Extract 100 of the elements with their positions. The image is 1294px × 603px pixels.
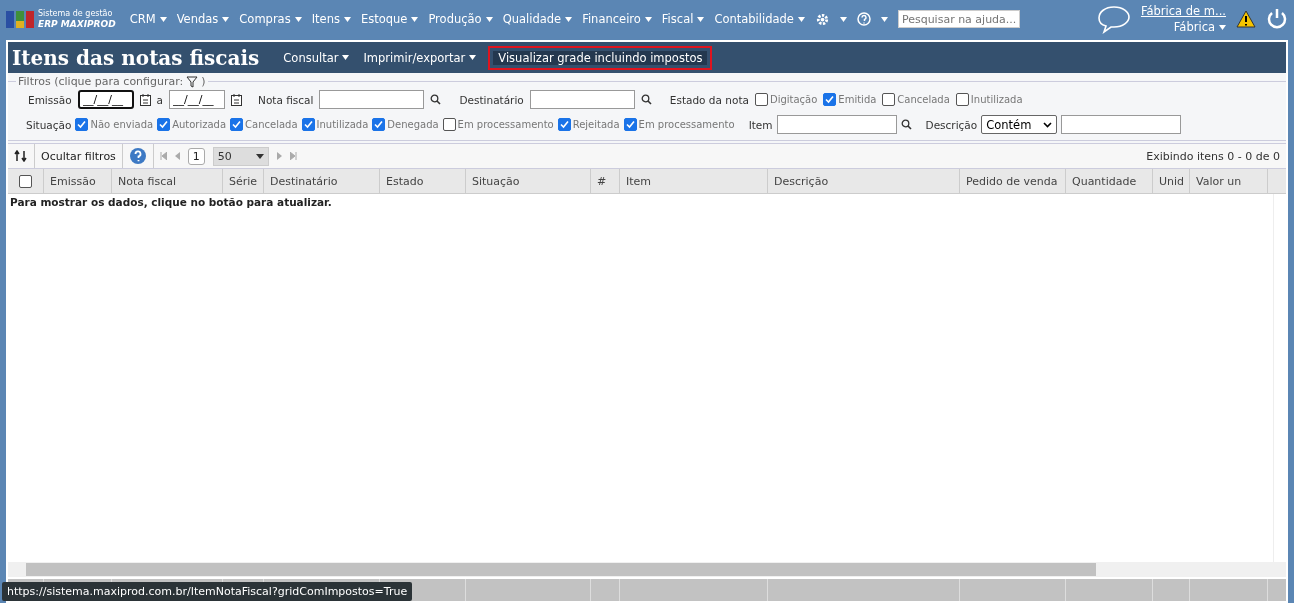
status-url: https://sistema.maxiprod.com.br/ItemNotaFiscal?gridComImpostos=True	[2, 582, 413, 601]
caret-icon	[880, 16, 888, 22]
field-label: Descrição	[925, 118, 978, 131]
checkbox[interactable]	[230, 118, 244, 131]
calendar-icon[interactable]	[231, 93, 243, 106]
checkbox[interactable]	[882, 93, 896, 106]
caret-icon	[159, 16, 167, 22]
text-field[interactable]	[319, 90, 425, 109]
page-size-select[interactable]: 50	[212, 146, 269, 166]
checkbox[interactable]	[372, 118, 386, 131]
checkbox-label: Inutilizada	[970, 94, 1023, 105]
text-field[interactable]	[1061, 115, 1182, 134]
column-header[interactable]: Pedido de venda	[960, 169, 1066, 193]
items-summary: Exibindo itens 0 - 0 de 0	[1146, 149, 1280, 163]
nav-menu[interactable]: Financeiro	[582, 12, 652, 26]
chevron-down-icon	[1043, 121, 1053, 128]
nav-menu[interactable]: CRM	[129, 12, 167, 26]
column-header[interactable]: #	[591, 169, 620, 193]
search-icon[interactable]	[430, 94, 442, 105]
logo-name: ERP MAXIPROD	[38, 19, 116, 29]
checkbox[interactable]	[623, 118, 637, 131]
search-icon[interactable]	[900, 119, 912, 130]
nav-menu[interactable]: Qualidade	[502, 12, 573, 26]
filter-icon[interactable]	[186, 75, 199, 88]
field-label: Destinatário	[459, 93, 524, 106]
checkbox-label: Digitação	[769, 94, 818, 105]
nav-menu[interactable]: Compras	[239, 12, 302, 26]
checkbox-label: Cancelada	[245, 119, 298, 130]
calendar-icon[interactable]	[139, 93, 151, 106]
column-header[interactable]: Unid	[1153, 169, 1190, 193]
gear-icon[interactable]	[814, 11, 830, 27]
nav-menu[interactable]: Itens	[311, 12, 351, 26]
field-label: Situação	[26, 118, 72, 131]
help-icon	[128, 147, 147, 165]
column-header[interactable]: Emissão	[44, 169, 112, 193]
empty-message: Para mostrar os dados, clique no botão para atualizar.	[10, 196, 332, 208]
company-link[interactable]: Fábrica de m...	[1140, 4, 1226, 18]
checkbox-label: Não enviada	[90, 119, 154, 130]
help-search-field[interactable]: Pesquisar na ajuda...	[897, 10, 1020, 28]
column-header[interactable]: Descrição	[768, 169, 960, 193]
caret-icon	[411, 16, 419, 22]
operator-select[interactable]: Contém	[981, 115, 1058, 134]
field-label: Item	[748, 118, 773, 131]
help-icon[interactable]	[856, 12, 871, 26]
field-label: Nota fiscal	[258, 93, 314, 106]
scrollbar-thumb[interactable]	[26, 563, 1096, 576]
field-label: Emissão	[28, 93, 72, 106]
unit-menu[interactable]: Fábrica	[1173, 20, 1226, 34]
column-header[interactable]: Item	[620, 169, 768, 193]
chat-icon[interactable]	[1096, 4, 1131, 34]
text-field[interactable]	[529, 90, 635, 109]
checkbox[interactable]	[823, 93, 837, 106]
column-header[interactable]: Série	[223, 169, 264, 193]
caret-icon	[343, 16, 351, 22]
checkbox[interactable]	[557, 118, 571, 131]
warning-icon[interactable]	[1236, 10, 1256, 28]
nav-menu[interactable]: Contabilidade	[714, 12, 805, 26]
nav-menu[interactable]: Produção	[428, 12, 493, 26]
column-header[interactable]: Destinatário	[264, 169, 380, 193]
column-header[interactable]: Nota fiscal	[112, 169, 223, 193]
refresh-icon	[14, 150, 28, 162]
filters-legend[interactable]: Filtros (clique para configurar:	[18, 75, 184, 88]
search-icon[interactable]	[640, 94, 652, 105]
column-header[interactable]: Situação	[466, 169, 591, 193]
checkbox-label: Denegada	[387, 119, 439, 130]
page-title: Itens das notas fiscais	[12, 45, 260, 70]
column-header[interactable]: Valor un	[1190, 169, 1268, 193]
date-field[interactable]: __/__/__	[77, 90, 134, 109]
checkbox[interactable]	[75, 118, 89, 131]
nav-menu[interactable]: Vendas	[176, 12, 230, 26]
date-field[interactable]: __/__/__	[169, 90, 226, 109]
text-field[interactable]	[776, 115, 897, 134]
action-button[interactable]: Consultar	[281, 45, 352, 70]
action-button[interactable]: Imprimir/exportar	[361, 45, 479, 70]
column-header[interactable]: Estado	[380, 169, 466, 193]
checkbox-label: Emitida	[838, 94, 877, 105]
logo-subtitle: Sistema de gestão	[38, 9, 114, 19]
checkbox[interactable]	[754, 93, 768, 106]
caret-icon	[485, 16, 493, 22]
caret-icon	[222, 16, 230, 22]
nav-menu[interactable]: Fiscal	[661, 12, 705, 26]
caret-icon	[255, 153, 264, 159]
column-header[interactable]: Quantidade	[1066, 169, 1153, 193]
power-icon[interactable]	[1266, 8, 1288, 30]
checkbox-label: Inutilizada	[316, 119, 369, 130]
legend-paren: )	[201, 75, 206, 88]
caret-icon	[294, 16, 302, 22]
checkbox[interactable]	[301, 118, 315, 131]
action-button[interactable]: Visualizar grade incluindo impostos	[488, 45, 713, 70]
nav-menu[interactable]: Estoque	[360, 12, 419, 26]
checkbox[interactable]	[442, 118, 456, 131]
checkbox-label: Cancelada	[897, 94, 950, 105]
checkbox-label: Em processamento	[638, 119, 735, 130]
checkbox-label: Em processamento	[457, 119, 554, 130]
page-number: 1	[187, 147, 205, 165]
logo-icon	[6, 9, 34, 29]
hide-filters-button[interactable]: Ocultar filtros	[35, 144, 123, 168]
select-all-checkbox[interactable]	[19, 174, 32, 188]
checkbox[interactable]	[955, 93, 969, 106]
checkbox[interactable]	[157, 118, 171, 131]
